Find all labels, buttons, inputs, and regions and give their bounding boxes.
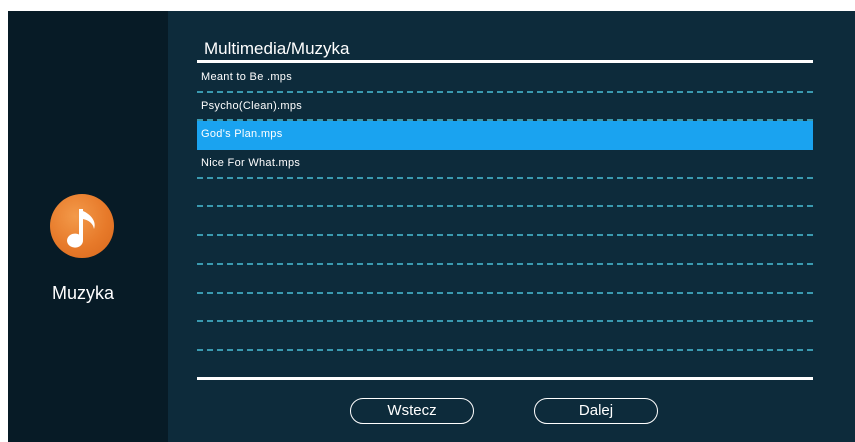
file-list-item[interactable]: Nice For What.mps [197,150,813,179]
device-screen: Muzyka Multimedia/Muzyka Meant to Be .mp… [8,11,855,442]
app-label: Muzyka [51,283,114,303]
empty-list-row [197,351,813,380]
empty-list-row [197,179,813,208]
file-browser: Multimedia/Muzyka Meant to Be .mps Psycho… [168,11,855,442]
file-list-item[interactable]: Meant to Be .mps [197,64,813,93]
footer-divider [197,377,813,380]
empty-list-row [197,322,813,351]
music-note-glyph [67,209,95,248]
empty-list-row [197,294,813,323]
empty-list-row [197,207,813,237]
empty-list-row [197,265,813,294]
back-button[interactable]: Wstecz [350,398,474,424]
file-list: Meant to Be .mps Psycho(Clean).mps God's P… [197,64,813,380]
header-divider [197,60,813,63]
empty-list-row [197,236,813,265]
next-button[interactable]: Dalej [534,398,658,424]
music-note-icon[interactable] [50,194,114,258]
file-list-item[interactable]: God's Plan.mps [197,121,813,151]
sidebar: Muzyka [8,11,168,442]
file-list-item[interactable]: Psycho(Clean).mps [197,93,813,122]
page-title: Multimedia/Muzyka [204,39,350,58]
